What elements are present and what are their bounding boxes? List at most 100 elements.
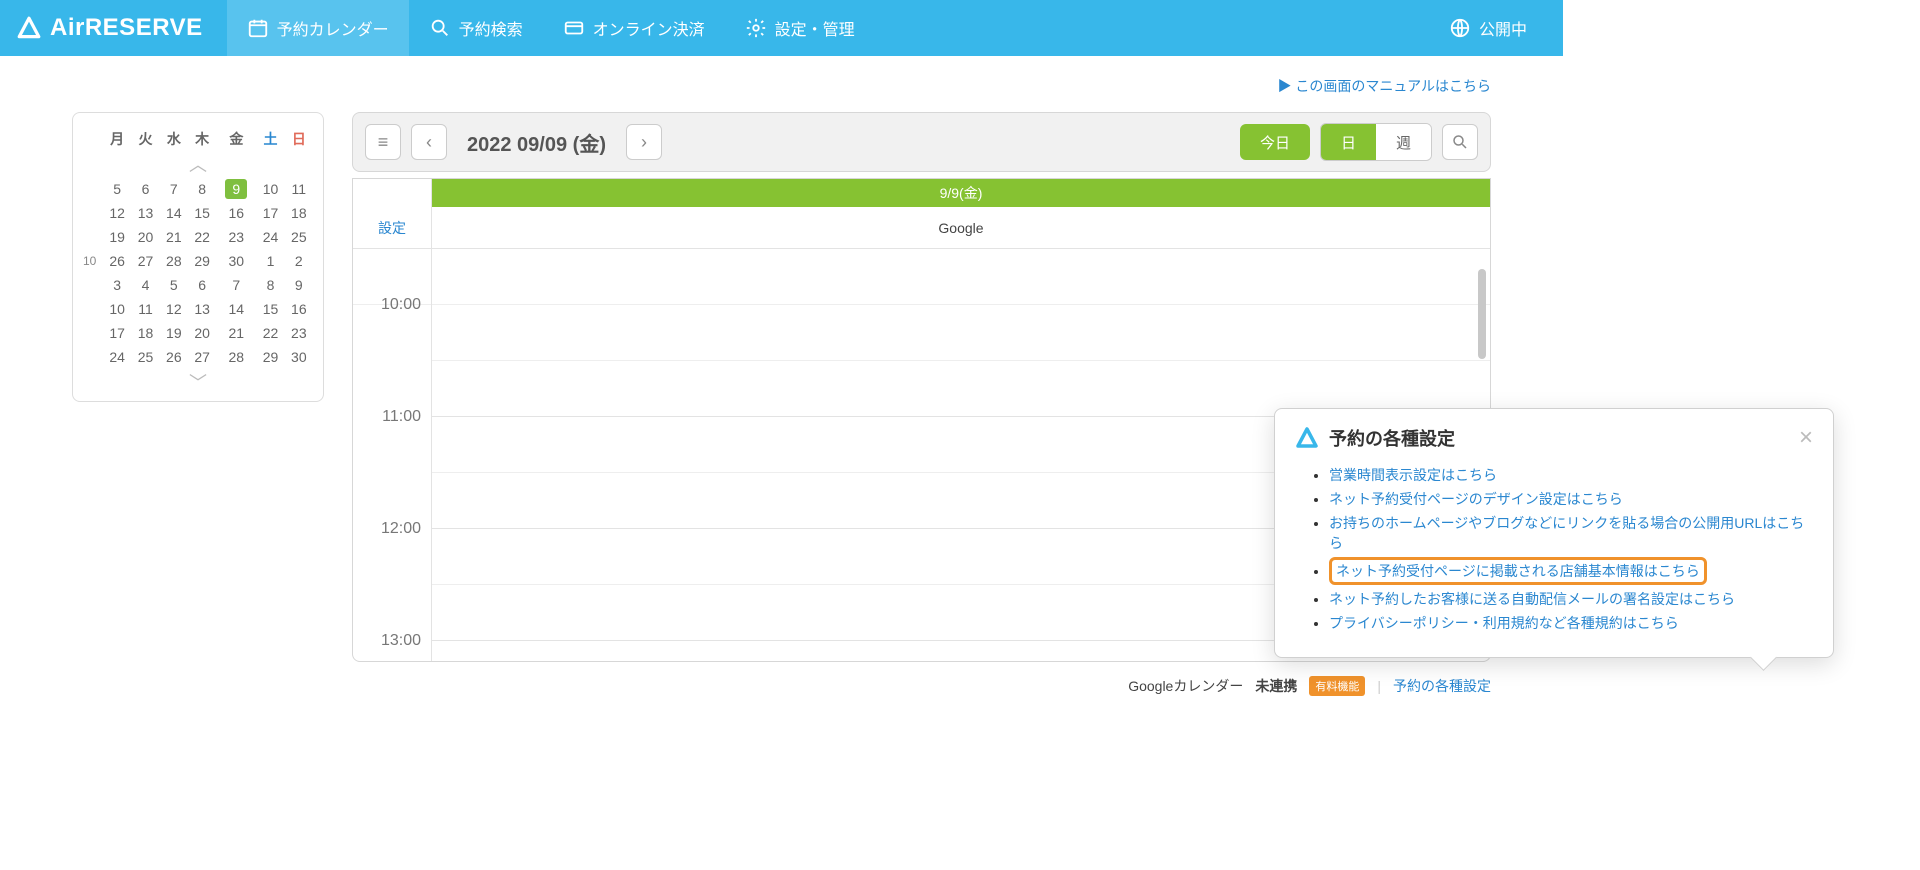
toolbar-next-button[interactable]: › — [626, 124, 662, 160]
time-label: 10:00 — [381, 296, 421, 314]
mini-cal-day[interactable]: 8 — [256, 273, 284, 297]
toolbar-search-button[interactable] — [1442, 124, 1478, 160]
search-icon — [429, 17, 451, 39]
mini-cal-day[interactable]: 8 — [188, 177, 216, 201]
popup-settings-link[interactable]: 営業時間表示設定はこちら — [1329, 467, 1497, 483]
brand[interactable]: AirRESERVE — [16, 14, 203, 42]
mini-cal-day[interactable]: 23 — [285, 321, 313, 345]
mini-cal-prev[interactable]: ︿ — [83, 151, 313, 177]
mini-cal-day[interactable]: 26 — [103, 249, 131, 273]
mini-cal-day[interactable]: 11 — [285, 177, 313, 201]
mini-cal-day[interactable]: 21 — [160, 225, 188, 249]
mini-cal-day[interactable]: 20 — [131, 225, 159, 249]
mini-cal-day[interactable]: 13 — [131, 201, 159, 225]
nav-calendar-label: 予約カレンダー — [277, 16, 389, 40]
calendar-column-google: Google — [431, 207, 1490, 248]
paid-feature-badge: 有料機能 — [1309, 676, 1365, 696]
mini-cal-next[interactable]: ﹀ — [83, 369, 313, 395]
mini-cal-day[interactable]: 18 — [285, 201, 313, 225]
nav-search-label: 予約検索 — [459, 16, 523, 40]
nav-calendar[interactable]: 予約カレンダー — [227, 0, 409, 56]
popup-settings-link[interactable]: お持ちのホームページやブログなどにリンクを貼る場合の公開用URLはこちら — [1329, 515, 1804, 551]
mini-cal-day[interactable]: 29 — [256, 345, 284, 369]
mini-cal-day[interactable]: 19 — [160, 321, 188, 345]
popup-settings-link[interactable]: プライバシーポリシー・利用規約など各種規約はこちら — [1329, 615, 1679, 631]
mini-calendar: 月火水木金土日 ︿ 567891011121314151617181920212… — [72, 112, 324, 402]
mini-cal-day[interactable]: 10 — [103, 297, 131, 321]
popup-title: 予約の各種設定 — [1329, 425, 1455, 451]
calendar-icon — [247, 17, 269, 39]
toolbar-today-button[interactable]: 今日 — [1240, 124, 1310, 160]
mini-cal-day[interactable]: 5 — [160, 273, 188, 297]
mini-cal-day[interactable]: 20 — [188, 321, 216, 345]
mini-cal-day[interactable]: 17 — [103, 321, 131, 345]
mini-cal-day[interactable]: 27 — [131, 249, 159, 273]
mini-cal-day[interactable]: 6 — [188, 273, 216, 297]
reservation-settings-link[interactable]: 予約の各種設定 — [1393, 676, 1491, 696]
calendar-date-strip: 9/9(金) — [432, 179, 1490, 207]
nav-publish-status[interactable]: 公開中 — [1429, 0, 1547, 56]
popup-settings-link[interactable]: ネット予約受付ページのデザイン設定はこちら — [1329, 491, 1623, 507]
mini-cal-day[interactable]: 4 — [131, 273, 159, 297]
mini-cal-day[interactable]: 15 — [256, 297, 284, 321]
toolbar-view-day[interactable]: 日 — [1321, 124, 1376, 160]
mini-cal-day[interactable]: 9 — [216, 177, 256, 201]
mini-cal-day[interactable]: 14 — [216, 297, 256, 321]
mini-cal-day[interactable]: 11 — [131, 297, 159, 321]
popup-close-button[interactable]: × — [1799, 426, 1813, 450]
nav-search[interactable]: 予約検索 — [409, 0, 543, 56]
mini-cal-day[interactable]: 13 — [188, 297, 216, 321]
toolbar-view-week[interactable]: 週 — [1376, 124, 1431, 160]
mini-cal-day[interactable]: 27 — [188, 345, 216, 369]
gcal-label: Googleカレンダー — [1128, 676, 1243, 696]
mini-cal-day[interactable]: 7 — [160, 177, 188, 201]
mini-cal-day[interactable]: 19 — [103, 225, 131, 249]
mini-cal-day[interactable]: 7 — [216, 273, 256, 297]
nav-payment-label: オンライン決済 — [593, 16, 705, 40]
mini-cal-day[interactable]: 2 — [285, 249, 313, 273]
mini-cal-day[interactable]: 6 — [131, 177, 159, 201]
mini-cal-day[interactable]: 22 — [256, 321, 284, 345]
manual-link[interactable]: この画面のマニュアルはこちら — [72, 68, 1491, 112]
mini-cal-day[interactable]: 30 — [216, 249, 256, 273]
mini-cal-day[interactable]: 10 — [256, 177, 284, 201]
globe-icon — [1449, 17, 1471, 39]
mini-cal-day[interactable]: 3 — [103, 273, 131, 297]
nav-settings[interactable]: 設定・管理 — [725, 0, 875, 56]
popup-settings-link[interactable]: ネット予約受付ページに掲載される店舗基本情報はこちら — [1329, 557, 1707, 585]
time-label: 11:00 — [382, 408, 421, 426]
mini-cal-day[interactable]: 9 — [285, 273, 313, 297]
toolbar-date-label: 2022 09/09 (金) — [467, 128, 606, 157]
mini-cal-day[interactable]: 14 — [160, 201, 188, 225]
mini-cal-day[interactable]: 28 — [160, 249, 188, 273]
gcal-status: 未連携 — [1255, 676, 1297, 696]
mini-cal-day[interactable]: 23 — [216, 225, 256, 249]
mini-cal-day[interactable]: 29 — [188, 249, 216, 273]
mini-cal-day[interactable]: 26 — [160, 345, 188, 369]
mini-cal-day[interactable]: 30 — [285, 345, 313, 369]
mini-cal-day[interactable]: 28 — [216, 345, 256, 369]
mini-cal-day[interactable]: 24 — [103, 345, 131, 369]
mini-cal-day[interactable]: 22 — [188, 225, 216, 249]
mini-cal-day[interactable]: 25 — [285, 225, 313, 249]
mini-cal-day[interactable]: 5 — [103, 177, 131, 201]
mini-cal-day[interactable]: 12 — [103, 201, 131, 225]
mini-cal-day[interactable]: 1 — [256, 249, 284, 273]
toolbar-menu-button[interactable]: ≡ — [365, 124, 401, 160]
mini-cal-day[interactable]: 21 — [216, 321, 256, 345]
toolbar-prev-button[interactable]: ‹ — [411, 124, 447, 160]
popup-settings-link[interactable]: ネット予約したお客様に送る自動配信メールの署名設定はこちら — [1329, 591, 1735, 607]
gear-icon — [745, 17, 767, 39]
calendar-settings-link[interactable]: 設定 — [353, 207, 431, 248]
nav-publish-label: 公開中 — [1479, 16, 1527, 40]
mini-cal-day[interactable]: 24 — [256, 225, 284, 249]
mini-cal-day[interactable]: 16 — [216, 201, 256, 225]
mini-cal-day[interactable]: 18 — [131, 321, 159, 345]
mini-cal-day[interactable]: 12 — [160, 297, 188, 321]
nav-payment[interactable]: オンライン決済 — [543, 0, 725, 56]
mini-cal-day[interactable]: 16 — [285, 297, 313, 321]
mini-cal-day[interactable]: 15 — [188, 201, 216, 225]
mini-cal-day[interactable]: 25 — [131, 345, 159, 369]
calendar-toolbar: ≡ ‹ 2022 09/09 (金) › 今日 日 週 — [352, 112, 1491, 172]
mini-cal-day[interactable]: 17 — [256, 201, 284, 225]
